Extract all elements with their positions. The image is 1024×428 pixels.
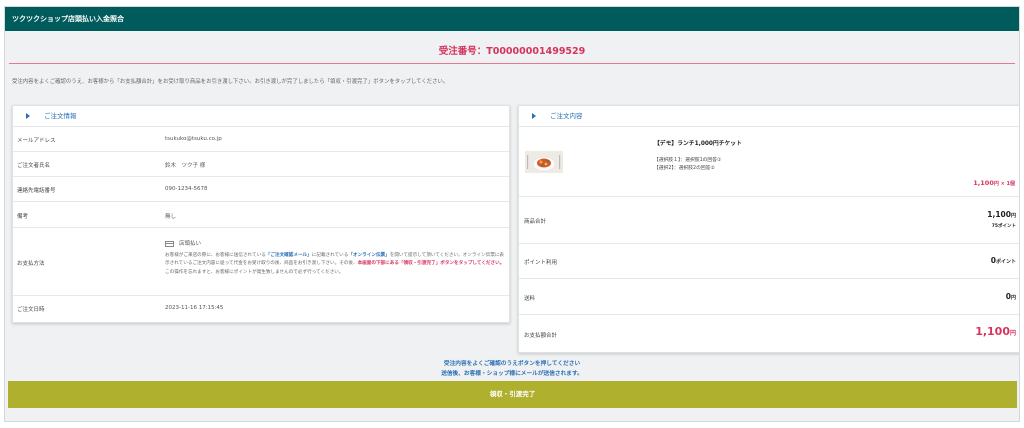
order-info-panel: ご注文情報 メールアドレス tsukuko@tsuku.co.jp ご注文者氏名… [12, 105, 510, 323]
points-used-unit: ポイント [995, 259, 1016, 265]
email-row: メールアドレス tsukuko@tsuku.co.jp [13, 127, 509, 152]
total-row: お支払額合計 1,100円 [519, 315, 1019, 352]
points-used-row: ポイント利用 0ポイント [519, 244, 1019, 279]
points-used-label: ポイント利用 [524, 260, 558, 266]
total-value: 1,100 [975, 325, 1010, 338]
order-info-header: ご注文情報 [13, 106, 509, 127]
payment-note: お客様がご来店の際に、お客様に送信されている「ご注文確認メール」に記載されている… [165, 252, 505, 277]
payment-note-warning: 本画面の下部にある「領収・引渡完了」ボタンをタップしてください。 [357, 261, 505, 267]
item-price-unit: 円 × 1個 [993, 181, 1015, 187]
shipping-amount: 0円 [1006, 292, 1016, 301]
remarks-row: 備考 無し [13, 202, 509, 228]
divider [9, 63, 1015, 64]
bottom-note-line2: 送信後、お客様・ショップ様にメールが送信されます。 [441, 371, 583, 377]
subtotal-value: 1,100 [987, 210, 1011, 219]
food-plate-icon [525, 151, 563, 173]
email-label: メールアドレス [17, 138, 56, 144]
date-row: ご注文日時 2023-11-16 17:15:45 [13, 296, 509, 321]
shipping-label: 送料 [524, 296, 536, 302]
item-option-2: 【選択2】：選択肢2の回答② [654, 166, 715, 171]
subtotal-unit: 円 [1010, 213, 1016, 219]
instruction-text: 受注内容をよくご確認のうえ、お客様から「お支払額合計」をお受け取り商品をお引き渡… [12, 79, 449, 85]
caret-right-icon [26, 113, 30, 119]
email-value: tsukuko@tsuku.co.jp [165, 136, 222, 142]
order-info-title: ご注文情報 [44, 112, 77, 120]
item-price: 1,100円 × 1個 [973, 179, 1015, 187]
order-content-panel: ご注文内容 【デモ】ランチ1,000円チケット 【選択肢１】：選択肢1の回答① … [518, 105, 1019, 353]
bottom-note-line1: 受注内容をよくご確認のうえボタンを押してください [443, 361, 581, 367]
payment-row: お支払方法 店頭払い お客様がご来店の際に、お客様に送信されている「ご注文確認メ… [13, 228, 509, 296]
online-slip-link[interactable]: 「オンライン伝票」 [348, 253, 389, 258]
order-number: 受注番号：T00000001499529 [438, 46, 586, 57]
app-frame: ツクツクショップ店頭払い入金照合 受注番号：T00000001499529 受注… [4, 6, 1020, 422]
remarks-label: 備考 [17, 214, 29, 220]
payment-note-text: に記載されている [311, 253, 349, 258]
payment-method: 店頭払い [165, 239, 201, 247]
item-option-1: 【選択肢１】：選択肢1の回答① [654, 158, 722, 163]
total-amount: 1,100円 [975, 325, 1016, 338]
total-unit: 円 [1009, 330, 1016, 337]
shipping-row: 送料 0円 [519, 279, 1019, 315]
confirmation-mail-link[interactable]: 「ご注文確認メール」 [266, 253, 312, 258]
payment-label: お支払方法 [17, 261, 45, 267]
subtotal-row: 商品合計 1,100円 75ポイント [519, 197, 1019, 244]
remarks-value: 無し [165, 214, 177, 220]
item-name: 【デモ】ランチ1,000円チケット [654, 141, 742, 147]
phone-label: 連絡先電話番号 [17, 188, 56, 194]
credit-card-icon [165, 240, 174, 247]
name-label: ご注文者氏名 [17, 163, 51, 169]
item-image [525, 151, 563, 173]
points-earned: 75ポイント [991, 224, 1016, 229]
payment-method-value: 店頭払い [179, 241, 202, 247]
points-used-amount: 0ポイント [991, 256, 1016, 265]
date-value: 2023-11-16 17:15:45 [165, 305, 224, 311]
subtotal-label: 商品合計 [524, 219, 547, 225]
payment-note-text: お客様がご来店の際に、お客様に送信されている [165, 253, 266, 258]
phone-value: 090-1234-5678 [165, 186, 208, 192]
caret-right-icon [532, 113, 536, 119]
name-row: ご注文者氏名 鈴木 ツク子 様 [13, 152, 509, 177]
date-label: ご注文日時 [17, 307, 45, 313]
top-bar: ツクツクショップ店頭払い入金照合 [5, 7, 1019, 31]
total-label: お支払額合計 [524, 333, 558, 339]
shipping-unit: 円 [1010, 295, 1016, 301]
app-title: ツクツクショップ店頭払い入金照合 [12, 15, 124, 23]
item-row: 【デモ】ランチ1,000円チケット 【選択肢１】：選択肢1の回答① 【選択2】：… [519, 127, 1019, 197]
item-price-value: 1,100 [973, 179, 994, 187]
subtotal-amount: 1,100円 [987, 210, 1016, 219]
payment-note-text: この操作を忘れますと、お客様にポイントが発生致しませんので必ず行ってください。 [165, 269, 344, 275]
order-content-title: ご注文内容 [550, 112, 583, 120]
name-value: 鈴木 ツク子 様 [165, 163, 206, 169]
phone-row: 連絡先電話番号 090-1234-5678 [13, 177, 509, 202]
order-content-header: ご注文内容 [519, 106, 1019, 127]
complete-button[interactable]: 領収・引渡完了 [8, 381, 1017, 408]
